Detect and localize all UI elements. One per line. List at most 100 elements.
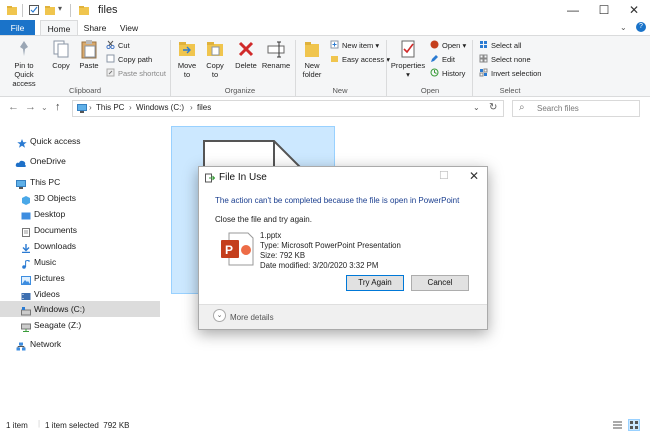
open-button[interactable]: Open ▾: [430, 40, 466, 51]
this-pc-icon: [77, 104, 87, 113]
cube-icon: [21, 194, 31, 205]
cut-button[interactable]: Cut: [106, 40, 130, 51]
navigation-row: ← → ⌄ ↑ › This PC › Windows (C:) › files…: [0, 97, 650, 119]
maximize-button[interactable]: ☐: [590, 0, 618, 20]
move-to-button[interactable]: Move to: [174, 39, 200, 79]
history-icon: [430, 68, 439, 77]
sidebar-item-quick-access[interactable]: Quick access: [0, 133, 160, 149]
search-input[interactable]: ⌕ Search files: [512, 100, 640, 117]
cancel-button[interactable]: Cancel: [411, 275, 469, 291]
ribbon-tabs: File Home Share View ⌄ ?: [0, 20, 650, 36]
customize-toolbar-icon[interactable]: ▾: [58, 4, 70, 16]
status-item-count: 1 item: [6, 421, 28, 430]
tab-share[interactable]: Share: [82, 20, 108, 36]
new-item-icon: [330, 40, 339, 49]
tab-home[interactable]: Home: [40, 20, 78, 36]
try-again-button[interactable]: Try Again: [346, 275, 404, 291]
refresh-icon[interactable]: ↻: [489, 102, 497, 113]
breadcrumb-this-pc[interactable]: This PC: [96, 103, 124, 112]
up-arrow-icon[interactable]: ↑: [55, 101, 61, 113]
copy-path-button[interactable]: Copy path: [106, 54, 152, 65]
drive-icon: [21, 305, 31, 316]
recent-locations-icon[interactable]: ⌄: [41, 103, 48, 112]
paste-shortcut-icon: [106, 68, 115, 77]
copy-button[interactable]: Copy: [48, 39, 74, 70]
minimize-button[interactable]: —: [559, 0, 587, 20]
pin-icon: [14, 39, 34, 59]
sidebar-item-music[interactable]: Music: [0, 254, 160, 270]
dialog-close-button[interactable]: ✕: [469, 169, 479, 183]
paste-shortcut-button[interactable]: Paste shortcut: [106, 68, 166, 79]
edit-icon: [430, 54, 439, 63]
invert-selection-button[interactable]: Invert selection: [479, 68, 541, 79]
dialog-file-name: 1.pptx: [260, 231, 282, 240]
select-none-button[interactable]: Select none: [479, 54, 531, 65]
breadcrumb-separator-icon[interactable]: ›: [129, 103, 132, 112]
delete-button[interactable]: Delete: [233, 39, 259, 70]
dialog-maximize-button: ☐: [439, 170, 449, 182]
sidebar-item-onedrive[interactable]: OneDrive: [0, 153, 160, 169]
sidebar-item-this-pc[interactable]: This PC: [0, 174, 160, 190]
sidebar-item-downloads[interactable]: Downloads: [0, 238, 160, 254]
rename-button[interactable]: Rename: [261, 39, 291, 70]
details-view-icon[interactable]: [612, 420, 623, 430]
pin-quick-access-button[interactable]: Pin to Quick access: [3, 39, 45, 88]
dialog-file-type: Type: Microsoft PowerPoint Presentation: [260, 241, 401, 250]
edit-button[interactable]: Edit: [430, 54, 455, 65]
new-folder-button[interactable]: New folder: [298, 39, 326, 79]
star-icon: [17, 137, 27, 148]
sidebar-item-3d-objects[interactable]: 3D Objects: [0, 190, 160, 206]
breadcrumb-separator-icon[interactable]: ›: [89, 103, 92, 112]
chevron-down-icon[interactable]: ⌄: [213, 309, 226, 322]
picture-icon: [21, 274, 31, 285]
sidebar-item-desktop[interactable]: Desktop: [0, 206, 160, 222]
tab-file[interactable]: File: [0, 20, 35, 36]
folder-icon: [78, 4, 90, 16]
powerpoint-icon: [430, 40, 439, 49]
select-none-icon: [479, 54, 488, 63]
dialog-file-size: Size: 792 KB: [260, 251, 306, 260]
paste-icon: [79, 39, 99, 59]
forward-arrow-icon[interactable]: →: [25, 101, 36, 113]
close-button[interactable]: ✕: [620, 0, 648, 20]
select-all-button[interactable]: Select all: [479, 40, 521, 51]
breadcrumb-windows-c[interactable]: Windows (C:): [136, 103, 184, 112]
address-dropdown-icon[interactable]: ⌄: [473, 103, 480, 112]
new-folder-icon[interactable]: [44, 4, 56, 16]
address-bar[interactable]: › This PC › Windows (C:) › files ⌄ ↻: [72, 100, 504, 117]
sidebar-item-pictures[interactable]: Pictures: [0, 270, 160, 286]
easy-access-icon: [330, 54, 339, 63]
easy-access-button[interactable]: Easy access ▾: [330, 54, 390, 65]
copy-to-icon: [205, 39, 225, 59]
more-details-link[interactable]: More details: [230, 313, 274, 322]
copy-to-button[interactable]: Copy to: [202, 39, 228, 79]
download-icon: [21, 242, 31, 254]
sidebar-item-seagate-z[interactable]: Seagate (Z:): [0, 317, 160, 333]
window-title: files: [98, 4, 118, 16]
computer-icon: [16, 178, 26, 189]
new-folder-icon: [302, 39, 322, 59]
breadcrumb-files[interactable]: files: [197, 103, 211, 112]
dialog-file-modified: Date modified: 3/20/2020 3:32 PM: [260, 261, 379, 270]
expand-ribbon-icon[interactable]: ⌄: [620, 23, 627, 32]
invert-selection-icon: [479, 68, 488, 77]
sidebar-item-network[interactable]: Network: [0, 336, 160, 352]
back-arrow-icon[interactable]: ←: [8, 101, 19, 113]
properties-button[interactable]: Properties ▾: [390, 39, 426, 79]
sidebar-item-documents[interactable]: Documents: [0, 222, 160, 238]
properties-icon[interactable]: [28, 4, 40, 16]
sidebar-item-videos[interactable]: Videos: [0, 286, 160, 302]
network-drive-icon: [21, 321, 31, 332]
sidebar-item-windows-c[interactable]: Windows (C:): [0, 301, 160, 317]
copy-path-icon: [106, 54, 115, 63]
new-item-button[interactable]: New item ▾: [330, 40, 379, 51]
move-to-icon: [177, 39, 197, 59]
tab-view[interactable]: View: [116, 20, 142, 36]
file-transfer-icon: [205, 173, 216, 183]
help-icon[interactable]: ?: [636, 22, 646, 32]
breadcrumb-separator-icon[interactable]: ›: [190, 103, 193, 112]
large-icons-view-icon[interactable]: [628, 419, 640, 431]
history-button[interactable]: History: [430, 68, 465, 79]
paste-button[interactable]: Paste: [76, 39, 102, 70]
video-icon: [21, 290, 31, 300]
